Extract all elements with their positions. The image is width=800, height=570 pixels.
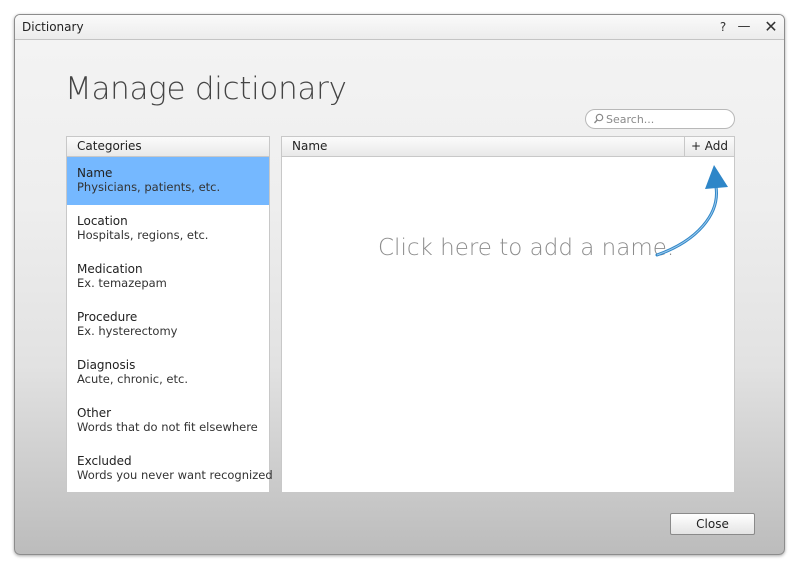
arrow-icon [655, 165, 728, 257]
category-title: Medication [77, 262, 143, 276]
category-title: Location [77, 214, 128, 228]
category-title: Excluded [77, 454, 132, 468]
category-item-location[interactable]: Location Hospitals, regions, etc. [67, 205, 269, 253]
categories-header: Categories [67, 137, 269, 157]
help-button[interactable]: ? [714, 18, 732, 36]
window-title: Dictionary [22, 20, 84, 34]
page-title: Manage dictionary [65, 71, 347, 107]
category-list: Name Physicians, patients, etc. Location… [67, 157, 273, 493]
dictionary-window: Dictionary ? — ✕ Manage dictionary Categ… [14, 14, 785, 555]
minimize-button[interactable]: — [735, 18, 753, 36]
categories-panel: Categories Name Physicians, patients, et… [66, 136, 273, 493]
category-description: Ex. hysterectomy [77, 324, 178, 338]
category-description: Words you never want recognized [77, 468, 273, 482]
name-column-header[interactable]: Name [292, 139, 327, 153]
category-description: Acute, chronic, etc. [77, 372, 188, 386]
category-title: Name [77, 166, 113, 180]
category-item-excluded[interactable]: Excluded Words you never want recognized [67, 445, 273, 493]
empty-hint[interactable]: Click here to add a name. [378, 235, 674, 261]
search-input[interactable] [606, 111, 726, 127]
category-item-medication[interactable]: Medication Ex. temazepam [67, 253, 269, 301]
category-item-procedure[interactable]: Procedure Ex. hysterectomy [67, 301, 269, 349]
search-icon [593, 113, 604, 124]
category-title: Procedure [77, 310, 138, 324]
close-window-button[interactable]: ✕ [762, 18, 780, 36]
category-item-diagnosis[interactable]: Diagnosis Acute, chronic, etc. [67, 349, 269, 397]
category-title: Diagnosis [77, 358, 136, 372]
category-title: Other [77, 406, 112, 420]
categories-header-label: Categories [77, 139, 142, 153]
names-header: Name + Add [282, 137, 734, 157]
category-description: Words that do not fit elsewhere [77, 420, 258, 434]
category-item-name[interactable]: Name Physicians, patients, etc. [67, 157, 269, 205]
search-box[interactable] [585, 109, 735, 129]
names-panel: Name + Add Click here to add a name. [281, 136, 735, 493]
add-button[interactable]: + Add [684, 137, 734, 156]
category-description: Hospitals, regions, etc. [77, 228, 209, 242]
close-button[interactable]: Close [670, 513, 755, 535]
category-description: Physicians, patients, etc. [77, 180, 221, 194]
category-description: Ex. temazepam [77, 276, 167, 290]
category-item-other[interactable]: Other Words that do not fit elsewhere [67, 397, 269, 445]
title-bar[interactable]: Dictionary ? — ✕ [15, 15, 784, 40]
